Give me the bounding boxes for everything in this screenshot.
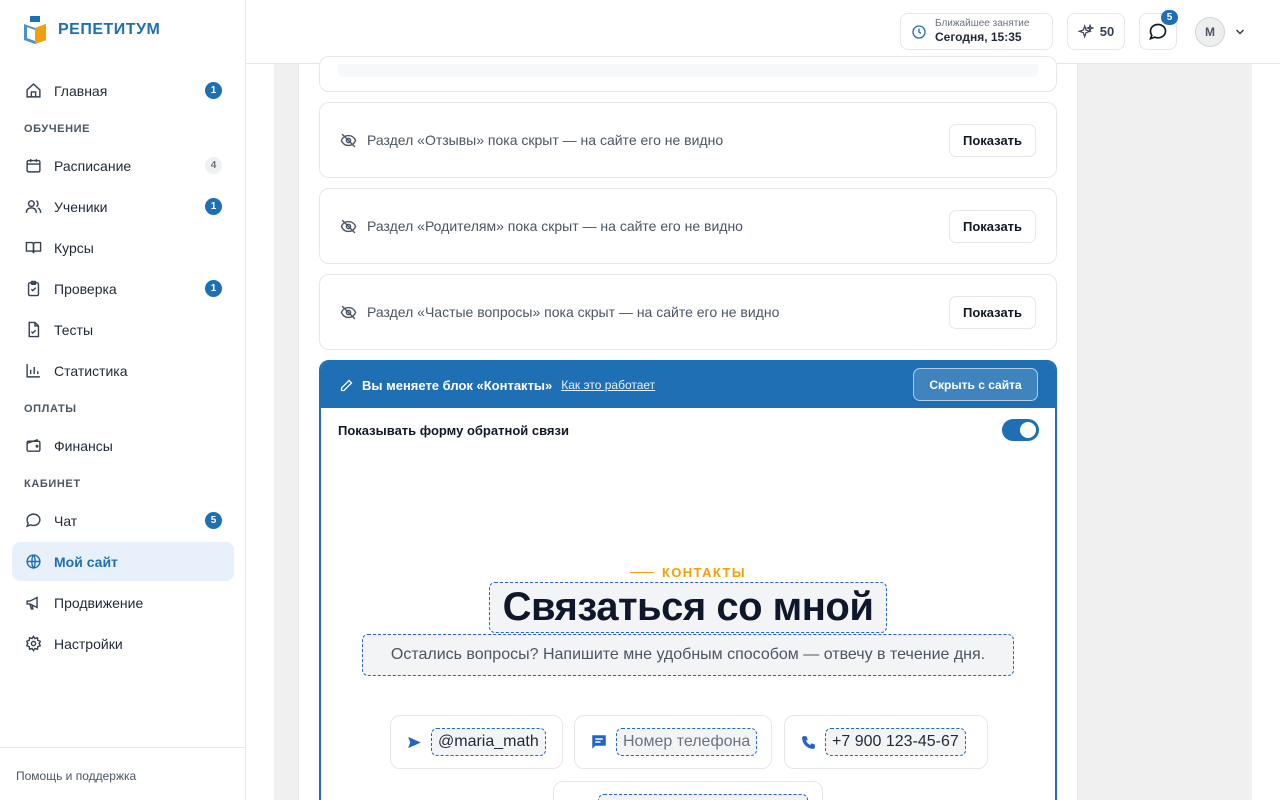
hidden-section-reviews: Раздел «Отзывы» пока скрыт — на сайте ег… [319, 102, 1057, 178]
show-section-button[interactable]: Показать [949, 124, 1036, 157]
points-value: 50 [1099, 24, 1115, 39]
eyebrow-text: КОНТАКТЫ [661, 565, 747, 580]
contacts-edit-block: Вы меняете блок «Контакты» Как это работ… [319, 360, 1057, 800]
globe-icon [24, 553, 42, 571]
avatar[interactable]: М [1195, 17, 1225, 47]
sidebar-item-chat[interactable]: Чат 5 [12, 501, 234, 540]
home-icon [24, 82, 42, 100]
message-icon [592, 735, 606, 749]
sidebar-item-tests[interactable]: Тесты [12, 310, 234, 349]
header-chat-button[interactable]: 5 [1139, 10, 1178, 50]
sidebar-item-promotion[interactable]: Продвижение [12, 583, 234, 622]
sidebar: РЕПЕТИТУМ Главная 1 ОБУЧЕНИЕ Расписание … [0, 0, 246, 800]
hidden-section-text: Раздел «Частые вопросы» пока скрыт — на … [367, 304, 780, 320]
hide-from-site-button[interactable]: Скрыть с сайта [913, 368, 1038, 401]
contacts-headline[interactable]: Связаться со мной [489, 582, 887, 633]
sidebar-item-label: Продвижение [54, 594, 144, 611]
users-icon [24, 198, 42, 216]
sidebar-section-payments: ОПЛАТЫ [24, 403, 77, 415]
sidebar-item-settings[interactable]: Настройки [12, 624, 234, 663]
sidebar-item-label: Главная [54, 82, 108, 99]
hidden-section-text: Раздел «Отзывы» пока скрыт — на сайте ег… [367, 132, 724, 148]
sidebar-badge: 4 [205, 157, 222, 174]
feedback-form-toggle-label: Показывать форму обратной связи [338, 423, 569, 438]
eye-off-icon [340, 219, 357, 233]
clipboard-icon [24, 280, 42, 298]
edit-block-header: Вы меняете блок «Контакты» Как это работ… [321, 362, 1055, 408]
contact-value[interactable]: Номер телефона [616, 728, 758, 756]
sidebar-item-label: Ученики [54, 198, 108, 215]
sidebar-item-my-site[interactable]: Мой сайт [12, 542, 234, 581]
sidebar-item-finance[interactable]: Финансы [12, 426, 234, 465]
sidebar-badge: 1 [205, 198, 222, 215]
chat-icon [24, 512, 42, 530]
chevron-down-icon[interactable] [1234, 26, 1246, 38]
contact-phone[interactable]: +7 900 123-45-67 [784, 715, 988, 769]
contacts-subtitle[interactable]: Остались вопросы? Напишите мне удобным с… [362, 634, 1014, 676]
sparkles-icon [1077, 23, 1094, 39]
sidebar-item-label: Курсы [54, 239, 94, 256]
contact-message[interactable]: Номер телефона [574, 715, 772, 769]
chat-badge: 5 [1161, 10, 1178, 25]
sidebar-badge: 5 [205, 512, 222, 529]
sidebar-item-schedule[interactable]: Расписание 4 [12, 146, 234, 185]
hidden-section-faq: Раздел «Частые вопросы» пока скрыт — на … [319, 274, 1057, 350]
hidden-section-text: Раздел «Родителям» пока скрыт — на сайте… [367, 218, 743, 234]
next-lesson-label: Ближайшее занятие [935, 18, 1030, 29]
sidebar-item-label: Мой сайт [54, 553, 118, 570]
top-header: Ближайшее занятие Сегодня, 15:35 50 5 М [246, 0, 1280, 64]
how-it-works-link[interactable]: Как это работает [561, 378, 655, 392]
brand-logo[interactable]: РЕПЕТИТУМ [20, 14, 160, 46]
eyebrow-line [629, 572, 654, 573]
sidebar-item-home[interactable]: Главная 1 [12, 71, 234, 110]
feedback-form-toggle[interactable] [1002, 419, 1039, 441]
test-icon [24, 321, 42, 339]
phone-icon [802, 735, 815, 749]
gear-icon [24, 635, 42, 653]
pencil-icon [340, 379, 353, 391]
contact-value[interactable]: @maria_math [431, 728, 546, 756]
show-section-button[interactable]: Показать [949, 296, 1036, 329]
sidebar-item-courses[interactable]: Курсы [12, 228, 234, 267]
logo-icon [24, 16, 46, 44]
next-lesson-time: Сегодня, 15:35 [935, 30, 1022, 44]
next-lesson-widget[interactable]: Ближайшее занятие Сегодня, 15:35 [900, 13, 1053, 50]
calendar-icon [24, 157, 42, 175]
sidebar-badge: 1 [205, 82, 222, 99]
contact-value[interactable] [598, 794, 808, 800]
contacts-eyebrow: КОНТАКТЫ [321, 565, 1055, 580]
contact-value[interactable]: +7 900 123-45-67 [825, 728, 966, 756]
telegram-icon [408, 736, 421, 748]
sidebar-item-label: Настройки [54, 635, 123, 652]
brand-name: РЕПЕТИТУМ [58, 21, 161, 38]
contact-extra[interactable] [553, 781, 823, 800]
sidebar-item-label: Расписание [54, 157, 132, 174]
sidebar-item-label: Чат [54, 512, 78, 529]
clock-icon [912, 24, 926, 39]
chart-icon [24, 362, 42, 380]
contact-telegram[interactable]: @maria_math [390, 715, 563, 769]
book-icon [24, 239, 42, 257]
edit-block-title: Вы меняете блок «Контакты» [362, 377, 553, 393]
sidebar-badge: 1 [205, 280, 222, 297]
sidebar-nav: Главная 1 ОБУЧЕНИЕ Расписание 4 Ученики … [12, 71, 234, 665]
points-button[interactable]: 50 [1067, 13, 1125, 50]
sidebar-item-label: Тесты [54, 321, 94, 338]
previous-section-footer [338, 64, 1038, 77]
sidebar-section-cabinet: КАБИНЕТ [24, 478, 81, 490]
sidebar-item-review[interactable]: Проверка 1 [12, 269, 234, 308]
sidebar-section-learning: ОБУЧЕНИЕ [24, 123, 91, 135]
megaphone-icon [24, 594, 42, 612]
show-section-button[interactable]: Показать [949, 210, 1036, 243]
wallet-icon [24, 437, 42, 455]
sidebar-item-label: Проверка [54, 280, 117, 297]
sidebar-item-students[interactable]: Ученики 1 [12, 187, 234, 226]
sidebar-item-label: Финансы [54, 437, 113, 454]
sidebar-item-label: Статистика [54, 362, 128, 379]
sidebar-item-stats[interactable]: Статистика [12, 351, 234, 390]
eye-off-icon [340, 133, 357, 147]
help-link[interactable]: Помощь и поддержка [0, 747, 246, 800]
eye-off-icon [340, 305, 357, 319]
hidden-section-parents: Раздел «Родителям» пока скрыт — на сайте… [319, 188, 1057, 264]
